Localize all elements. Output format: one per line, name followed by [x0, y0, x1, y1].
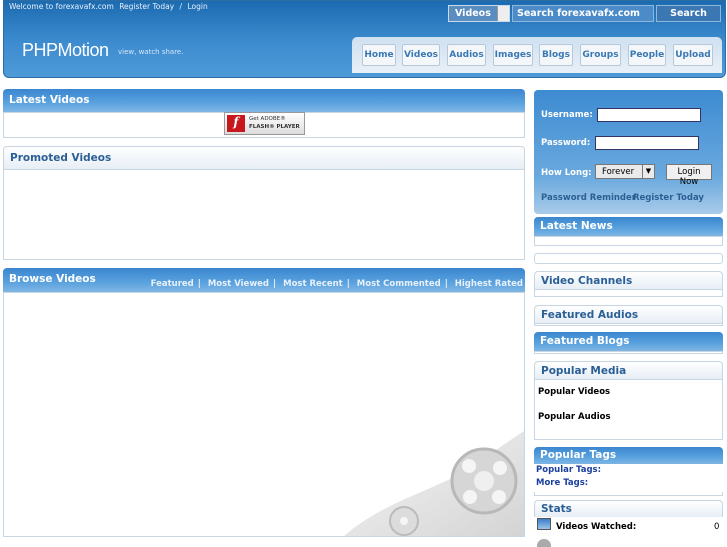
nav-groups[interactable]: Groups — [580, 44, 621, 66]
stats-header: Stats — [534, 500, 723, 517]
main-nav: Home Videos Audios Images Blogs Groups P… — [352, 37, 722, 73]
promoted-videos-header: Promoted Videos — [3, 146, 525, 169]
browse-videos-header: Browse Videos Featured | Most Viewed | Mos… — [3, 268, 525, 292]
chevron-down-icon[interactable] — [497, 6, 509, 21]
nav-home[interactable]: Home — [362, 44, 396, 66]
latest-news-body — [534, 236, 723, 246]
featured-blogs-title: Featured Blogs — [540, 335, 630, 347]
search-button[interactable]: Search — [656, 5, 721, 22]
popular-tags-title: Popular Tags — [540, 449, 617, 461]
password-input[interactable] — [595, 136, 699, 150]
search-type-value: Videos — [455, 8, 491, 19]
nav-people[interactable]: People — [628, 44, 666, 66]
how-long-label: How Long: — [541, 168, 592, 178]
browse-link-most-commented[interactable]: Most Commented — [357, 279, 441, 289]
flash-icon: f — [227, 115, 245, 132]
latest-news-title: Latest News — [540, 220, 613, 232]
register-today-link[interactable]: Register Today — [633, 193, 704, 203]
popular-audios-link[interactable]: Popular Audios — [538, 412, 611, 422]
latest-videos-header: Latest Videos — [3, 89, 525, 112]
browse-link-most-recent[interactable]: Most Recent — [283, 279, 343, 289]
register-link[interactable]: Register Today — [119, 2, 174, 11]
flash-line2: FLASH® PLAYER — [249, 124, 300, 130]
search-input[interactable]: Search forexavafx.com — [512, 5, 654, 22]
popular-tags-header: Popular Tags — [534, 447, 723, 464]
nav-upload[interactable]: Upload — [673, 44, 713, 66]
more-tags-link[interactable]: More Tags: — [536, 478, 588, 488]
nav-blogs[interactable]: Blogs — [539, 44, 573, 66]
featured-blogs-header: Featured Blogs — [534, 332, 723, 351]
featured-audios-title: Featured Audios — [541, 309, 639, 321]
popular-tags-link[interactable]: Popular Tags: — [536, 465, 601, 475]
logo-tagline: view, watch share. — [118, 48, 184, 56]
popular-media-header: Popular Media — [534, 361, 723, 379]
videos-watched-value: 0 — [714, 522, 720, 532]
featured-audios-body — [534, 323, 723, 326]
get-flash-player-badge[interactable]: f Get ADOBE® FLASH® PLAYER — [224, 112, 305, 135]
popular-videos-link[interactable]: Popular Videos — [538, 387, 610, 397]
featured-blogs-body — [534, 351, 723, 354]
flash-line1: Get ADOBE® — [249, 116, 286, 122]
latest-news-header: Latest News — [534, 217, 723, 236]
latest-videos-title: Latest Videos — [9, 94, 90, 106]
featured-audios-header: Featured Audios — [534, 305, 723, 323]
video-channels-header: Video Channels — [534, 271, 723, 289]
film-reel-decoration — [344, 431, 524, 536]
nav-images[interactable]: Images — [493, 44, 533, 66]
promoted-videos-title: Promoted Videos — [10, 152, 112, 164]
welcome-text: Welcome to forexavafx.com — [9, 2, 114, 11]
popular-tags-body — [534, 492, 723, 496]
welcome-bar: Welcome to forexavafx.com Register Today… — [9, 2, 211, 11]
login-link[interactable]: Login — [187, 2, 207, 11]
sidebar-spacer-box — [534, 253, 723, 264]
how-long-value: Forever — [602, 167, 635, 177]
nav-audios[interactable]: Audios — [447, 44, 486, 66]
video-channels-body — [534, 289, 723, 297]
browse-videos-title: Browse Videos — [9, 273, 96, 285]
username-label: Username: — [541, 110, 593, 120]
login-button[interactable]: Login Now — [666, 164, 712, 187]
how-long-select[interactable]: Forever ▼ — [595, 164, 655, 179]
promoted-videos-body — [3, 169, 525, 260]
browse-videos-body — [3, 292, 525, 537]
popular-media-title: Popular Media — [541, 365, 627, 377]
site-logo[interactable]: PHPMotion — [22, 40, 109, 61]
video-channels-title: Video Channels — [541, 275, 633, 287]
stats-title: Stats — [541, 503, 572, 515]
videos-watched-label: Videos Watched: — [556, 522, 637, 532]
password-label: Password: — [541, 138, 591, 148]
username-input[interactable] — [597, 108, 701, 122]
browse-link-most-viewed[interactable]: Most Viewed — [208, 279, 269, 289]
browse-filter-links: Featured | Most Viewed | Most Recent | Most… — [150, 279, 523, 289]
search-type-select[interactable]: Videos — [448, 5, 510, 22]
chevron-down-icon[interactable]: ▼ — [642, 165, 654, 178]
browse-link-highest-rated[interactable]: Highest Rated — [455, 279, 523, 289]
stats-next-icon — [537, 539, 551, 547]
welcome-separator: / — [179, 2, 183, 11]
browse-link-featured[interactable]: Featured — [151, 279, 194, 289]
nav-videos[interactable]: Videos — [402, 44, 440, 66]
monitor-icon — [537, 518, 551, 530]
password-reminder-link[interactable]: Password Reminder — [541, 193, 636, 203]
